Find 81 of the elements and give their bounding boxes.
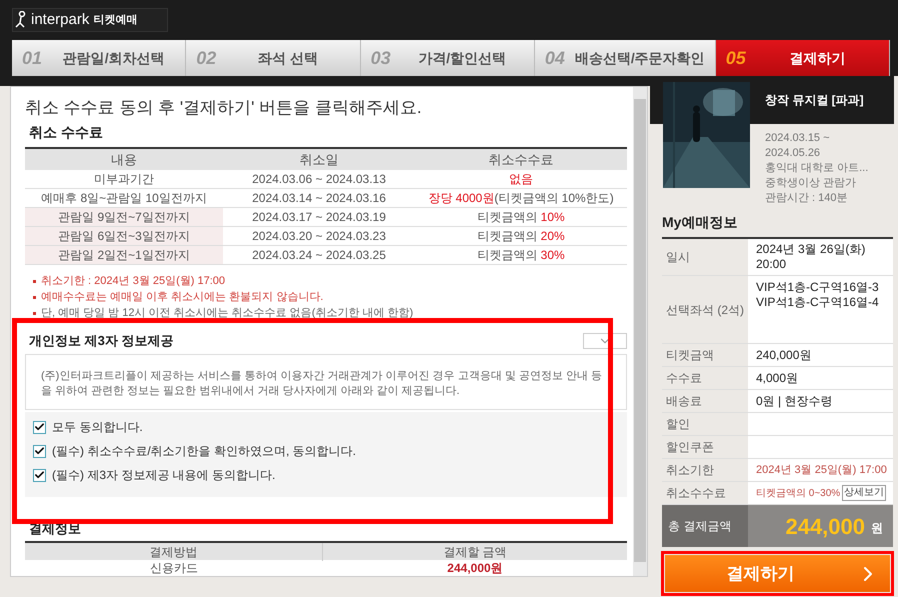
column-header: 취소일: [298, 150, 340, 169]
fee-text: 티켓금액의: [477, 229, 538, 243]
bullet-icon: [33, 312, 36, 314]
checkbox[interactable]: [33, 420, 46, 434]
step-tab[interactable]: 04 배송선택/주문자확인: [534, 40, 716, 76]
currency-unit: 원: [871, 520, 883, 537]
agreement-label[interactable]: (필수) 제3자 정보제공 내용에 동의합니다.: [52, 466, 276, 484]
row-value: 0원 | 현장수령: [756, 394, 834, 408]
runner-icon: [15, 11, 27, 29]
bullet-icon: [33, 280, 36, 282]
agreement-label[interactable]: (필수) 취소수수료/취소기한을 확인하였으며, 동의합니다.: [52, 442, 356, 460]
agreement-label[interactable]: 모두 동의합니다.: [52, 418, 143, 436]
note-text: 예매수수료는 예매일 이후 취소시에는 환불되지 않습니다.: [41, 290, 324, 305]
row-value: 2024년 3월 25일(월) 17:00: [756, 462, 888, 478]
column-header: 결제방법: [25, 542, 323, 560]
brand-name: interpark: [31, 10, 90, 30]
table-cell: 관람일 6일전~3일전까지: [25, 227, 223, 245]
total-label: 총 결제금액: [662, 505, 748, 547]
row-label: 티켓금액: [665, 347, 715, 364]
fee-text: (티켓금액의 10%한도): [494, 191, 614, 205]
row-value: 티켓금액의 0~30%: [756, 486, 840, 500]
table-cell-text: 2024.03.17 ~ 2024.03.19: [251, 209, 387, 226]
show-detail: 중학생이상 관람가: [765, 176, 858, 191]
table-cell-text: 신용카드: [149, 560, 199, 576]
service-name: 티켓예매: [93, 12, 138, 28]
scrollbar[interactable]: [633, 87, 647, 576]
table-cell-text: 미부과기간: [93, 171, 155, 188]
row-value: 2024년 3월 26일(화) 20:00: [756, 242, 866, 272]
show-detail: 홍익대 대학로 아트...: [765, 161, 870, 176]
row-label: 취소기한: [665, 462, 715, 479]
collapse-toggle[interactable]: [583, 332, 627, 349]
table-cell-text: 2024.03.24 ~ 2024.03.25: [251, 247, 387, 264]
detail-button[interactable]: 상세보기: [842, 485, 886, 501]
table-cell-text: 2024.03.20 ~ 2024.03.23: [251, 228, 387, 245]
step-tab[interactable]: 05 결제하기: [716, 40, 890, 76]
section-title: 개인정보 제3자 정보제공: [29, 332, 174, 350]
section-title: 결제정보: [28, 520, 82, 538]
step-tab[interactable]: 01 관람일/회차선택: [12, 40, 186, 76]
fee-text: 30%: [540, 248, 565, 262]
section-title: 취소 수수료: [29, 123, 104, 142]
checkbox[interactable]: [33, 444, 46, 458]
table-cell-text: 2024.03.14 ~ 2024.03.16: [251, 190, 387, 207]
show-detail: 관람시간 : 140분: [765, 191, 849, 206]
table-cell: 관람일 9일전~7일전까지: [25, 208, 223, 226]
column-header: 취소수수료: [488, 150, 554, 169]
table-cell: 관람일 2일전~1일전까지: [25, 246, 223, 264]
column-header: 내용: [110, 150, 138, 169]
show-detail: 2024.03.15 ~: [765, 131, 831, 146]
seat-value: VIP석1층-C구역16열-4: [756, 295, 880, 310]
row-value: 4,000원: [756, 370, 800, 386]
table-cell-text: 244,000원: [446, 560, 504, 576]
table-cell-text: 예매후 8일~관람일 10일전까지: [40, 190, 208, 207]
logo[interactable]: interpark 티켓예매: [12, 8, 168, 32]
instruction-text: 취소 수수료 동의 후 '결제하기' 버튼을 클릭해주세요.: [25, 97, 423, 119]
column-header: 결제할 금액: [442, 544, 508, 560]
step-tab[interactable]: 03 가격/할인선택: [360, 40, 535, 76]
table-cell-text: 2024.03.06 ~ 2024.03.13: [251, 171, 387, 188]
row-label: 선택좌석 (2석): [665, 302, 745, 318]
row-label: 취소수수료: [665, 485, 727, 502]
note-text: 취소기한 : 2024년 3월 25일(월) 17:00: [41, 274, 226, 289]
terms-text: (주)인터파크트리플이 제공하는 서비스를 통하여 이용자간 거래관계가 이루어진 경우 고객응대 및 공연정보 안내 등을 위하여 관련한 정보는 필요한 범위내에서 거래 당사자에게 아래와 같이 제공됩니다.: [41, 368, 603, 398]
row-label: 할인쿠폰: [665, 439, 715, 456]
row-label: 배송료: [665, 393, 703, 410]
fee-text: 20%: [540, 229, 565, 243]
seat-value: VIP석1층-C구역16열-3: [756, 280, 880, 295]
fee-text: 10%: [540, 210, 565, 224]
step-tab[interactable]: 02 좌석 선택: [186, 40, 361, 76]
row-label: 일시: [665, 249, 691, 266]
show-detail: 2024.05.26: [765, 146, 822, 161]
fee-text: 티켓금액의: [477, 248, 538, 262]
total-amount: 244,000: [785, 512, 865, 540]
checkbox[interactable]: [33, 468, 46, 482]
fee-text: 티켓금액의: [477, 210, 538, 224]
row-label: 수수료: [665, 370, 703, 387]
row-label: 할인: [665, 416, 691, 433]
show-title: 창작 뮤지컬 [파과]: [765, 92, 864, 109]
bullet-icon: [33, 296, 36, 298]
fee-text: 장당 4000원: [428, 191, 494, 205]
row-value: 240,000원: [756, 348, 812, 362]
fee-text: 없음: [509, 172, 533, 186]
note-text: 단, 예매 당일 밤 12시 이전 취소시에는 취소수수료 없음(취소기한 내에 한함): [41, 306, 414, 321]
